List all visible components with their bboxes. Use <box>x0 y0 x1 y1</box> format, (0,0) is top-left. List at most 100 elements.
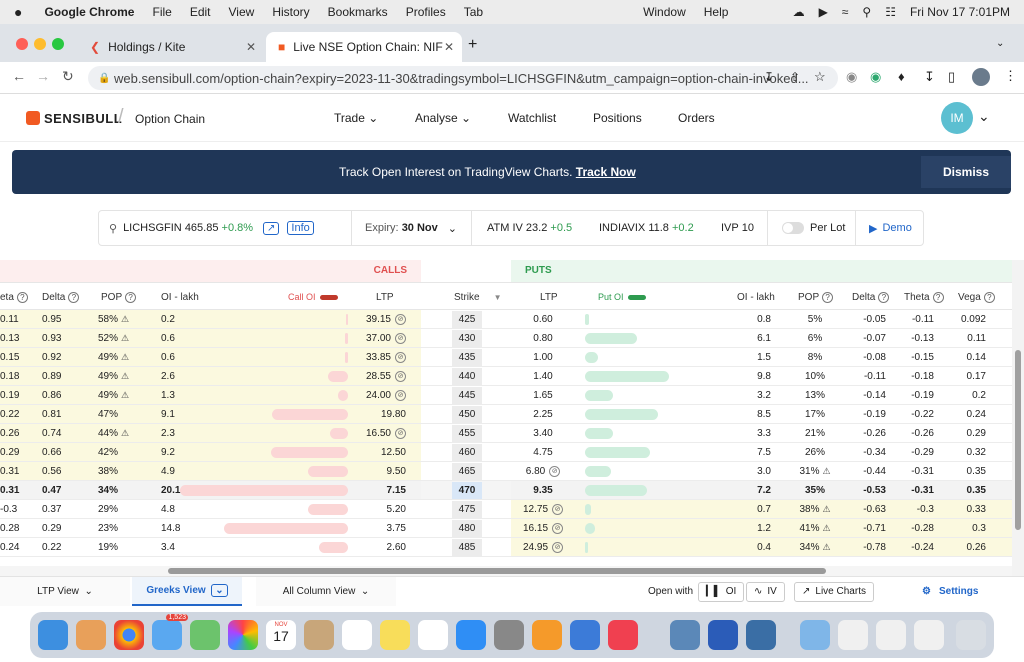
table-row[interactable]: -0.3 0.37 29% 4.8 5.20 475 12.75 ⊘ 0.7 38% ⚠ -0.63 -… <box>0 500 1012 519</box>
put-ltp[interactable]: 3.40 <box>515 424 571 443</box>
table-row[interactable]: 0.15 0.92 49% ⚠ 0.6 33.85 ⊘ 435 1.00 1.5 8% -0.08 -0… <box>0 348 1012 367</box>
url-field[interactable]: 🔒 web.sensibull.com/option-chain?expiry=… <box>88 66 838 90</box>
back-icon[interactable]: ← <box>12 68 26 84</box>
put-ltp[interactable]: 4.75 <box>515 443 571 462</box>
menu-file[interactable]: File <box>152 5 171 19</box>
play-icon[interactable]: ▶ <box>819 5 828 19</box>
table-row[interactable]: 0.19 0.86 49% ⚠ 1.3 24.00 ⊘ 445 1.65 3.2 13% -0.14 -… <box>0 386 1012 405</box>
put-ltp[interactable]: 0.60 <box>515 310 571 329</box>
xcode-icon[interactable] <box>746 620 776 650</box>
put-ltp[interactable]: 1.65 <box>515 386 571 405</box>
nav-positions[interactable]: Positions <box>593 111 642 125</box>
col-call-delta[interactable]: Delta? <box>42 283 80 311</box>
chevron-down-icon[interactable]: ⌄ <box>978 108 990 125</box>
keynote-icon[interactable] <box>570 620 600 650</box>
put-ltp[interactable]: 12.75 ⊘ <box>515 500 571 519</box>
chart-icon[interactable]: ↗ <box>263 221 280 235</box>
logo-text[interactable]: SENSIBULL <box>44 111 122 126</box>
contacts-icon[interactable] <box>304 620 334 650</box>
apple-icon[interactable]: ● <box>14 4 22 20</box>
finder-icon[interactable] <box>38 620 68 650</box>
track-now-link[interactable]: Track Now <box>576 165 636 179</box>
sidepanel-icon[interactable]: ▯ <box>948 69 955 85</box>
trash-icon[interactable] <box>956 620 986 650</box>
oi-button[interactable]: ▎▌ OI <box>698 581 745 602</box>
put-ltp[interactable]: 0.80 <box>515 329 571 348</box>
preview-icon[interactable] <box>670 620 700 650</box>
horizontal-scrollbar[interactable] <box>0 566 1012 576</box>
photos-icon[interactable] <box>228 620 258 650</box>
call-ltp[interactable]: 28.55 ⊘ <box>350 367 406 386</box>
all-column-view-button[interactable]: All Column View ⌄ <box>256 577 396 606</box>
call-ltp[interactable]: 16.50 ⊘ <box>350 424 406 443</box>
menu-history[interactable]: History <box>272 5 309 19</box>
col-call-oi[interactable]: OI - lakh <box>161 283 199 311</box>
calendar-icon[interactable]: NOV 17 <box>266 620 296 650</box>
forward-icon[interactable]: → <box>36 68 50 84</box>
call-ltp[interactable]: 19.80 <box>350 405 406 424</box>
call-ltp[interactable]: 2.60 <box>350 538 406 557</box>
zoom-window-button[interactable] <box>52 38 64 50</box>
put-ltp[interactable]: 2.25 <box>515 405 571 424</box>
col-put-oi[interactable]: OI - lakh <box>737 283 775 311</box>
col-put-theta[interactable]: Theta? <box>904 283 944 311</box>
vertical-scrollbar[interactable] <box>1012 260 1024 576</box>
downloads-folder-icon[interactable] <box>800 620 830 650</box>
profile-avatar[interactable] <box>972 68 990 86</box>
search-icon[interactable]: ⚲ <box>862 5 871 19</box>
call-ltp[interactable]: 12.50 <box>350 443 406 462</box>
call-ltp[interactable]: 39.15 ⊘ <box>350 310 406 329</box>
puzzle-icon[interactable]: ♦ <box>898 69 905 84</box>
table-row[interactable]: 0.26 0.74 44% ⚠ 2.3 16.50 ⊘ 455 3.40 3.3 21% -0.26 -… <box>0 424 1012 443</box>
symbol-search[interactable]: ⚲ LICHSGFIN 465.85 +0.8% ↗ Info <box>109 211 314 245</box>
info-button[interactable]: Info <box>287 221 314 235</box>
col-vega[interactable]: Vega? <box>958 283 995 311</box>
cloud-icon[interactable]: ☁ <box>793 5 805 19</box>
nav-trade[interactable]: Trade ⌄ <box>334 111 378 125</box>
per-lot-toggle[interactable]: Per Lot <box>782 211 845 245</box>
system-settings-icon[interactable] <box>494 620 524 650</box>
table-row[interactable]: 0.31 0.56 38% 4.9 9.50 465 6.80 ⊘ 3.0 31% ⚠ -0.44 -0… <box>0 462 1012 481</box>
word-icon[interactable] <box>708 620 738 650</box>
table-row[interactable]: 0.29 0.66 42% 9.2 12.50 460 4.75 7.5 26% -0.34 -0.… <box>0 443 1012 462</box>
sensibull-logo-icon[interactable] <box>26 111 40 125</box>
put-ltp[interactable]: 24.95 ⊘ <box>515 538 571 557</box>
nav-analyse[interactable]: Analyse ⌄ <box>415 111 471 125</box>
share-icon[interactable]: ⇧ <box>790 70 800 84</box>
call-ltp[interactable]: 33.85 ⊘ <box>350 348 406 367</box>
menu-tab[interactable]: Tab <box>464 5 483 19</box>
wifi-icon[interactable]: ≈ <box>842 5 849 19</box>
reload-icon[interactable]: ↻ <box>62 68 74 85</box>
avatar[interactable]: IM <box>941 102 973 134</box>
dismiss-button[interactable]: Dismiss <box>920 156 1011 188</box>
expiry-select[interactable]: Expiry: 30 Nov ⌄ <box>365 211 457 245</box>
settings-button[interactable]: ⚙ Settings <box>922 577 978 606</box>
document-icon[interactable] <box>838 620 868 650</box>
toggle-switch[interactable] <box>782 222 804 234</box>
put-ltp[interactable]: 1.00 <box>515 348 571 367</box>
put-ltp[interactable]: 1.40 <box>515 367 571 386</box>
close-window-button[interactable] <box>16 38 28 50</box>
install-icon[interactable]: ↧ <box>764 70 774 84</box>
mail-icon[interactable]: 1,523 <box>152 614 188 650</box>
download-icon[interactable]: ↧ <box>924 69 935 85</box>
chrome-icon[interactable] <box>114 620 144 650</box>
put-ltp[interactable]: 9.35 <box>515 481 571 500</box>
maps-icon[interactable] <box>190 620 220 650</box>
new-tab-button[interactable]: + <box>468 36 477 54</box>
col-put-ltp[interactable]: LTP <box>540 283 558 311</box>
iv-button[interactable]: ∿ IV <box>746 581 785 602</box>
call-ltp[interactable]: 37.00 ⊘ <box>350 329 406 348</box>
document-icon[interactable] <box>876 620 906 650</box>
table-row[interactable]: 0.28 0.29 23% 14.8 3.75 480 16.15 ⊘ 1.2 41% ⚠ -0.71… <box>0 519 1012 538</box>
bookmark-star-icon[interactable]: ☆ <box>814 69 826 85</box>
table-row[interactable]: 0.22 0.81 47% 9.1 19.80 450 2.25 8.5 17% -0.19 -0.… <box>0 405 1012 424</box>
clock[interactable]: Fri Nov 17 7:01PM <box>910 5 1010 19</box>
call-ltp[interactable]: 3.75 <box>350 519 406 538</box>
app-name[interactable]: Google Chrome <box>44 5 134 19</box>
reminders-icon[interactable] <box>342 620 372 650</box>
col-put-pop[interactable]: POP? <box>798 283 834 311</box>
document-icon[interactable] <box>914 620 944 650</box>
menu-help[interactable]: Help <box>704 5 729 19</box>
music-icon[interactable] <box>608 620 638 650</box>
